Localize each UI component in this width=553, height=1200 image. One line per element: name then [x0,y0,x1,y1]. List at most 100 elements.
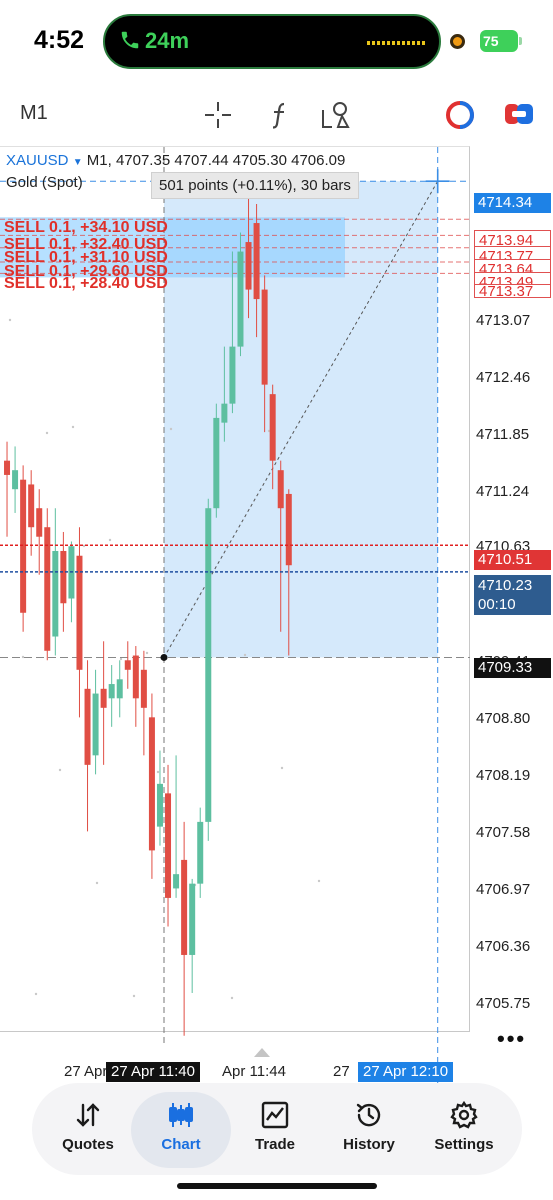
nav-tab-chart[interactable]: Chart [131,1092,231,1168]
bar-countdown: 00:10 [478,596,516,613]
bid-price-tag: 4710.23 00:10 [474,575,551,615]
price-axis-label: 4705.75 [476,995,531,1012]
crosshair-end-time-tag: 27 Apr 12:10 [358,1062,454,1082]
chart-dot [45,431,49,435]
candle-body [205,508,212,822]
nav-tab-quotes[interactable]: Quotes [38,1092,138,1168]
candle-body [229,346,236,404]
price-axis-label: 4713.07 [476,312,531,329]
candle-body [245,242,252,290]
quotes-icon [76,1103,100,1127]
measure-tooltip: 501 points (+0.11%), 30 bars [151,172,359,199]
candle-body [253,223,260,300]
candle-body [124,660,131,670]
ask-price-tag: 4710.51 [474,550,551,570]
chart-dot [243,653,247,657]
nav-tab-label: Quotes [62,1136,114,1153]
candle-body [100,688,107,708]
chart-dot [108,538,112,542]
candle-body [237,251,244,347]
position-label[interactable]: SELL 0.1, +34.10 USD [4,220,168,236]
crosshair-start-time-tag: 27 Apr 11:40 [106,1062,200,1082]
chart-dot [21,655,25,659]
candle-body [92,693,99,756]
measure-start-price-tag: 4709.33 [474,658,551,678]
candle-body [261,289,268,385]
chart-dot [169,427,173,431]
gear-icon [450,1100,478,1129]
price-axis-label: 4712.46 [476,369,531,386]
candle-body [84,688,91,765]
history-icon [356,1103,381,1127]
nav-tab-settings[interactable]: Settings [414,1092,514,1168]
entry-price-tag: 4713.37 [474,284,551,298]
symbol-description: Gold (Spot) [6,174,83,191]
chart-dot [280,766,284,770]
chart-dot [132,994,136,998]
candle-body [132,655,139,699]
candle-body [4,460,11,475]
nav-tab-label: History [343,1136,395,1153]
crosshair-price-tag: 4714.34 [474,193,551,213]
candle-body [285,493,292,566]
nav-tab-history[interactable]: History [319,1092,419,1168]
candle-body [181,859,188,955]
candle-body [108,684,115,699]
candle-body [28,484,35,528]
chart-dot [95,881,99,885]
candle-body [189,883,196,955]
trade-icon [261,1101,289,1129]
candle-body [76,555,83,670]
symbol-name[interactable]: XAUUSD [6,152,69,169]
price-axis-label: 4706.36 [476,938,531,955]
nav-tab-trade[interactable]: Trade [225,1092,325,1168]
chart-dot [317,879,321,883]
nav-tab-label: Chart [161,1136,201,1153]
chart-dot [58,768,62,772]
candle-body [269,394,276,461]
chart-dot [82,544,86,548]
measure-start-point [160,653,168,661]
position-label[interactable]: SELL 0.1, +28.40 USD [4,276,168,292]
nav-tab-label: Settings [434,1136,494,1153]
bid-price-value: 4710.23 [478,577,533,594]
candle-body [60,550,67,604]
candle-body [277,470,284,509]
price-axis-label: 4706.97 [476,881,531,898]
chart-dot [230,996,234,1000]
candle-body [213,417,220,509]
candle-body [52,550,59,637]
price-axis-label: 4708.19 [476,767,531,784]
candle-body [12,470,19,490]
candle-body [20,479,27,613]
price-axis-label: 4707.58 [476,824,531,841]
price-axis-label: 4708.80 [476,710,531,727]
candle-body [36,508,43,537]
symbol-dropdown-icon[interactable]: ▼ [73,157,83,168]
time-axis-label: 27 [333,1063,350,1080]
home-indicator [177,1183,377,1189]
chart-icon [169,1103,193,1127]
candle-body [116,679,123,699]
candle-body [173,874,180,889]
chart-dot [119,657,123,661]
nav-tab-label: Trade [254,1136,296,1153]
candle-body [140,669,147,708]
more-options-icon[interactable]: ••• [497,1026,526,1052]
chart-dot [71,425,75,429]
time-axis-label: 27 Apr [64,1063,108,1080]
chart-dot [145,651,149,655]
price-axis-label: 4711.24 [476,483,530,500]
chart-symbol-row[interactable]: XAUUSD ▼ M1, 4707.35 4707.44 4705.30 470… [6,152,345,169]
candle-body [156,783,163,827]
time-axis-label: Apr 11:44 [222,1063,286,1080]
ohlc-values: M1, 4707.35 4707.44 4705.30 4706.09 [86,152,346,169]
chart-dot [8,318,12,322]
chart-dot [156,770,160,774]
candle-body [148,717,155,851]
candle-body [221,403,228,423]
price-axis-label: 4711.85 [476,426,530,443]
candle-body [165,793,172,898]
candle-body [197,821,204,884]
scroll-handle-icon [254,1048,270,1057]
